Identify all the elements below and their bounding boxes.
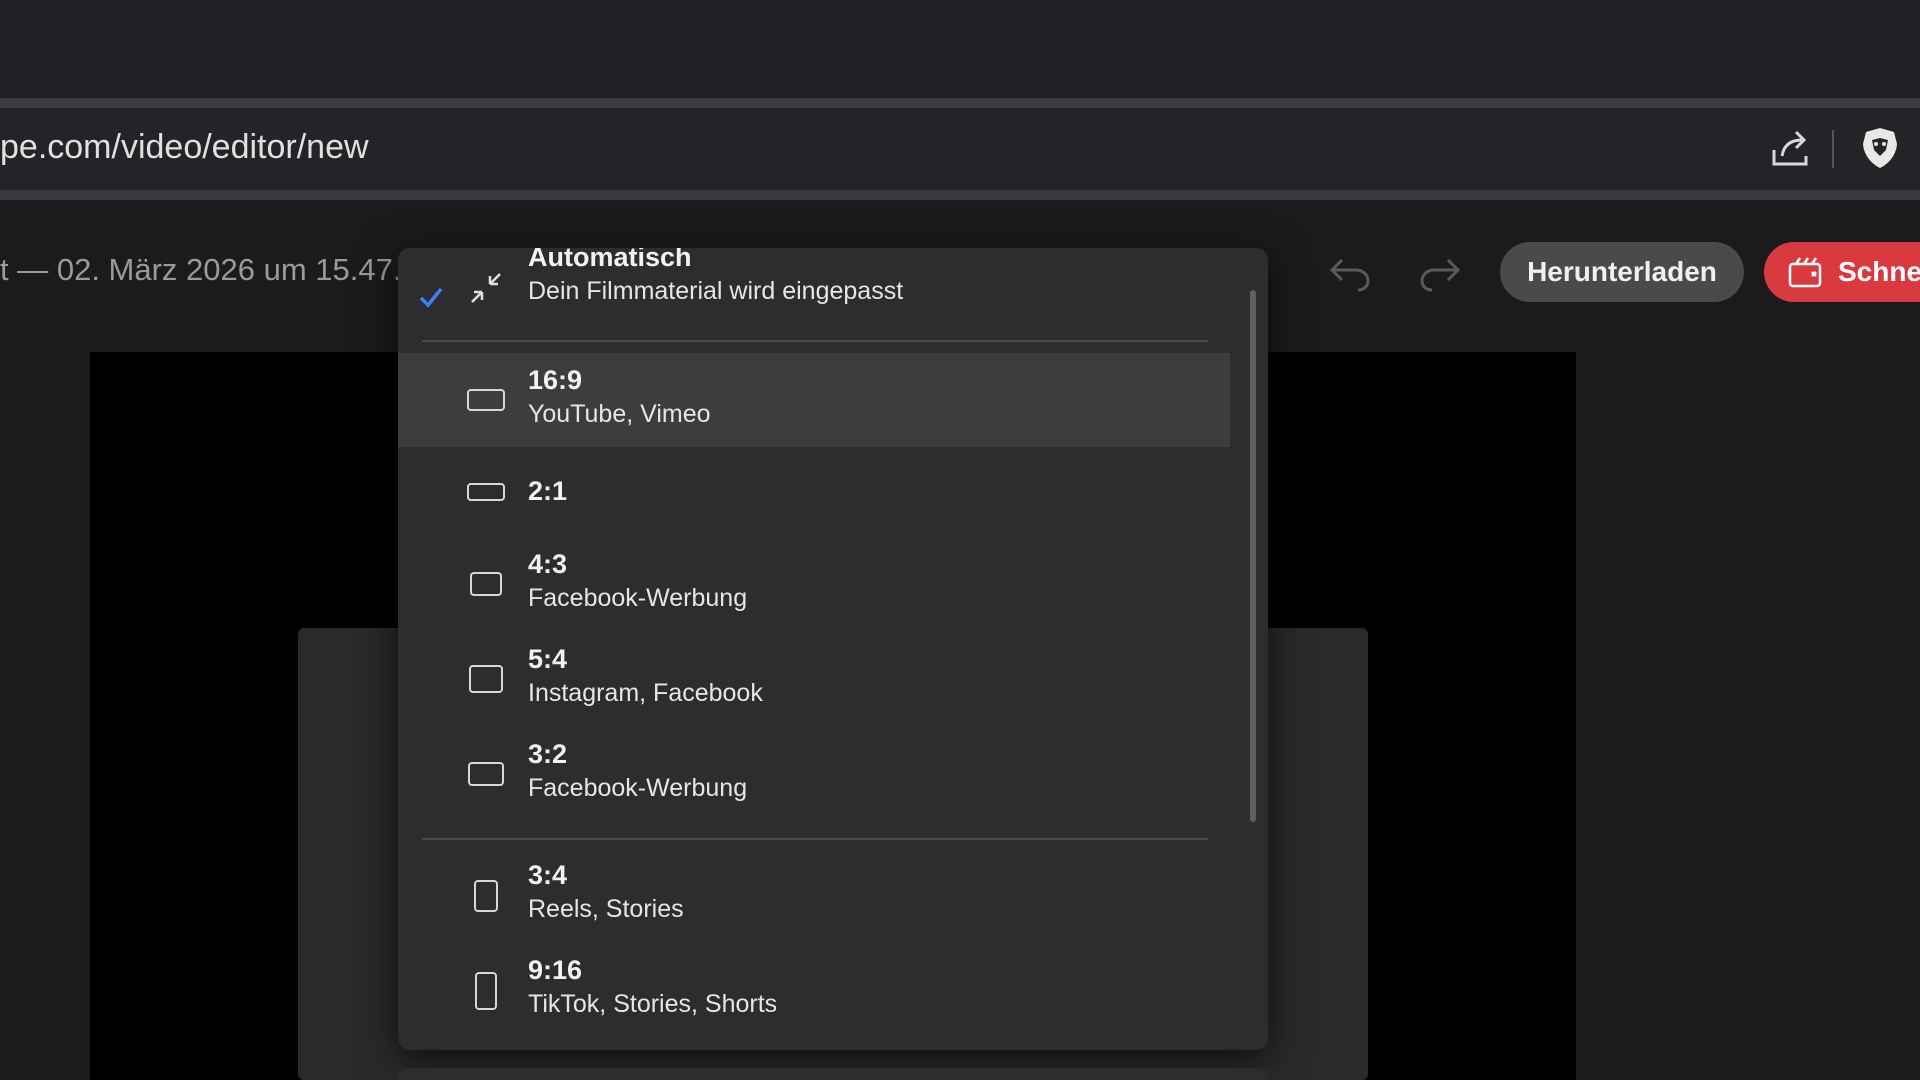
url-text[interactable]: pe.com/video/editor/new (0, 128, 369, 167)
menu-item-title: 3:4 (528, 860, 568, 890)
aspect-ratio-icon (466, 971, 506, 1011)
menu-item-title: 5:4 (528, 644, 568, 674)
aspect-ratio-menu: Automatisch Dein Filmmaterial wird einge… (398, 248, 1268, 1050)
aspect-ratio-icon (466, 564, 506, 604)
menu-item-title: 4:3 (528, 549, 568, 579)
check-icon (419, 287, 443, 308)
menu-item-subtitle: TikTok, Stories, Shorts (528, 990, 778, 1018)
address-bar-divider (1832, 130, 1834, 168)
quick-export-button[interactable]: Schnel (1764, 242, 1920, 302)
menu-item-5-4[interactable]: 5:4 Instagram, Facebook (398, 632, 1230, 727)
menu-item-title: 16:9 (528, 365, 583, 395)
menu-item-subtitle: YouTube, Vimeo (528, 400, 711, 428)
menu-item-subtitle: Dein Filmmaterial wird eingepasst (528, 277, 904, 305)
menu-item-title: 2:1 (528, 476, 568, 506)
video-icon (1788, 257, 1822, 288)
share-icon[interactable] (1768, 126, 1812, 170)
aspect-ratio-icon (466, 876, 506, 916)
quick-export-label: Schnel (1838, 256, 1920, 287)
menu-item-3-4[interactable]: 3:4 Reels, Stories (398, 848, 1230, 943)
menu-scrollbar[interactable] (1250, 290, 1256, 822)
tabstrip-divider (0, 98, 1920, 108)
menu-item-2-1[interactable]: 2:1 (398, 447, 1230, 537)
address-bar[interactable]: pe.com/video/editor/new (0, 108, 1920, 200)
menu-item-subtitle: Reels, Stories (528, 895, 684, 923)
project-title[interactable]: t — 02. März 2026 um 15.47.1 (0, 252, 419, 288)
aspect-ratio-icon (466, 754, 506, 794)
menu-divider (422, 340, 1208, 342)
menu-item-3-2[interactable]: 3:2 Facebook-Werbung (398, 727, 1230, 822)
redo-icon[interactable] (1418, 252, 1462, 292)
download-button[interactable]: Herunterladen (1500, 242, 1744, 302)
aspect-ratio-icon (466, 472, 506, 512)
menu-item-auto[interactable]: Automatisch Dein Filmmaterial wird einge… (398, 248, 1230, 338)
menu-item-9-16[interactable]: 9:16 TikTok, Stories, Shorts (398, 943, 1230, 1038)
aspect-ratio-icon (466, 659, 506, 699)
menu-item-subtitle: Facebook-Werbung (528, 774, 748, 802)
browser-tabstrip (0, 0, 1920, 108)
menu-divider (422, 838, 1208, 840)
address-bar-divider-bottom (0, 190, 1920, 200)
menu-item-title: 3:2 (528, 739, 568, 769)
menu-item-title: Automatisch (528, 248, 692, 272)
menu-item-subtitle: Facebook-Werbung (528, 584, 748, 612)
menu-item-4-3[interactable]: 4:3 Facebook-Werbung (398, 537, 1230, 632)
menu-item-subtitle: Instagram, Facebook (528, 679, 763, 707)
lower-panel-edge (398, 1068, 1268, 1080)
aspect-ratio-icon (466, 380, 506, 420)
menu-item-title: 9:16 (528, 955, 583, 985)
brave-shield-icon[interactable] (1860, 126, 1900, 170)
menu-item-16-9[interactable]: 16:9 YouTube, Vimeo (398, 353, 1230, 447)
shrink-icon (466, 268, 506, 308)
undo-icon[interactable] (1328, 252, 1372, 292)
